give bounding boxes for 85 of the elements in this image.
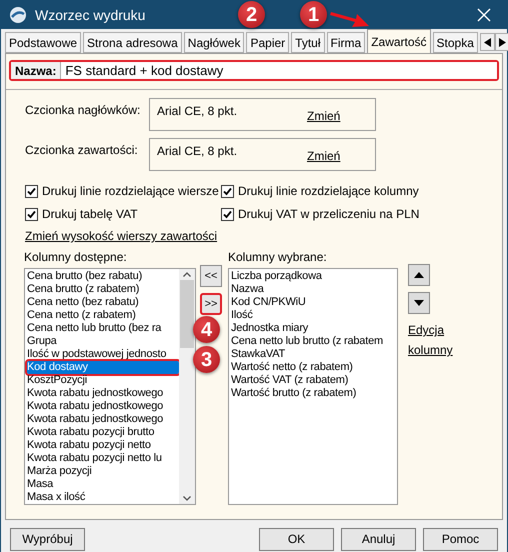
list-item[interactable]: Jednostka miary [231,322,397,335]
list-item[interactable]: Kwota rabatu pozycji netto lu [27,452,179,465]
list-item[interactable]: Masa [27,478,179,491]
window-title: Wzorzec wydruku [35,6,146,25]
dialog-button[interactable]: Pomoc [423,528,498,550]
tab[interactable]: Papier [246,32,290,53]
list-item[interactable]: Wartość VAT (z rabatem) [231,374,397,387]
close-icon[interactable] [477,8,491,22]
checkbox[interactable] [221,184,234,198]
move-button[interactable]: >> [200,293,222,315]
font-value: Arial CE, 8 pkt. [157,103,238,120]
left-triangle-icon [484,38,491,46]
tab[interactable]: Stopka [432,32,478,53]
list-item[interactable]: Cena netto (z rabatem) [27,309,179,322]
list-item[interactable]: Kwota rabatu jednostkowego [27,413,179,426]
font-label: Czcionka zawartości: [25,142,139,159]
font-label: Czcionka nagłówków: [25,102,142,119]
list-item[interactable]: Cena brutto (z rabatem) [27,283,179,296]
down-triangle-icon [414,300,424,306]
name-field[interactable]: Nazwa: FS standard + kod dostawy [9,60,499,81]
scroll-right-button[interactable] [494,33,508,51]
up-triangle-icon [414,272,424,278]
chevron-down-icon[interactable] [183,496,191,501]
list-item[interactable]: Ilość w podstawowej jednosto [27,348,179,361]
list-item[interactable]: Kwota rabatu pozycji netto [27,439,179,452]
tab[interactable]: Zawartość [367,29,431,53]
list-item[interactable]: Grupa [27,335,179,348]
move-down-button[interactable] [408,292,430,314]
option-label: Drukuj linie rozdzielające kolumny [238,183,419,200]
list-item[interactable]: StawkaVAT [231,348,397,361]
dialog-button[interactable]: OK [259,528,334,550]
list-item[interactable]: Cena brutto (bez rabatu) [27,270,179,283]
option-label: Drukuj linie rozdzielające wiersze [42,183,219,200]
tab[interactable]: Tytuł [291,32,325,53]
list-item[interactable]: Cena netto lub brutto (z rabatem [231,335,397,348]
list-item[interactable]: Nazwa [231,283,397,296]
scrollbar-thumb[interactable] [180,280,194,348]
list-item[interactable]: KosztPozycji [27,374,179,387]
tab[interactable]: Nagłówek [184,32,244,53]
dialog-button[interactable]: Wypróbuj [10,528,85,550]
change-font-link[interactable]: Zmień [307,147,340,165]
field-label: Nazwa: [11,62,62,79]
move-up-button[interactable] [408,264,430,286]
step-badge: 2 [238,1,265,28]
app-logo-icon [9,6,27,24]
available-columns-list[interactable] [24,268,196,505]
row-height-link[interactable]: Zmień wysokość wierszy zawartości [25,227,218,245]
list-item[interactable]: Ilość [231,309,397,322]
tab[interactable]: Firma [326,32,366,53]
tab[interactable]: Strona adresowa [83,32,182,53]
chevron-up-icon[interactable] [183,272,191,277]
scroll-left-button[interactable] [480,33,495,51]
list-label: Kolumny dostępne: [24,249,128,266]
dialog-button[interactable]: Anuluj [341,528,416,550]
list-item[interactable]: Kwota rabatu jednostkowego [27,387,179,400]
edit-column-link[interactable]: Edycja kolumny [408,320,458,360]
checkmark-icon [223,186,232,196]
list-item[interactable]: Kwota rabatu jednostkowego [27,400,179,413]
checkbox[interactable] [25,184,38,198]
list-item[interactable]: Marża pozycji [27,465,179,478]
list-item[interactable]: Wartość netto (z rabatem) [231,361,397,374]
list-item[interactable]: Cena netto lub brutto (bez ra [27,322,179,335]
chosen-columns-list[interactable]: Liczba porządkowa Nazwa Kod CN/PKWiU Ilość Jednostka miary Cena netto lub brutto (z rabatem StawkaVAT Wartość netto (z rabatem) Wartość VAT (z rabatem) Wartość brutto (z rabatem) [228,268,398,505]
tab[interactable]: Podstawowe [5,32,82,53]
list-item[interactable]: Masa x ilość [27,491,179,504]
list-item[interactable]: Wartość brutto (z rabatem) [231,387,397,400]
option-label: Drukuj tabelę VAT [42,206,138,223]
right-triangle-icon [498,38,506,46]
list-item[interactable]: Cena netto (bez rabatu) [27,296,179,309]
checkbox[interactable] [25,208,38,220]
checkmark-icon [27,186,36,196]
list-item[interactable]: Kod dostawy [27,361,179,374]
scrollbar[interactable] [179,269,195,504]
list-label: Kolumny wybrane: [228,249,328,266]
checkbox[interactable] [221,208,234,220]
checkmark-icon [27,210,36,218]
font-value: Arial CE, 8 pkt. [157,143,238,160]
list-item[interactable]: Kwota rabatu pozycji brutto [27,426,179,439]
checkmark-icon [223,210,232,218]
move-button[interactable]: << [200,265,222,287]
step-badge: 1 [300,1,327,28]
list-item[interactable]: Kod CN/PKWiU [231,296,397,309]
list-item[interactable]: Liczba porządkowa [231,270,397,283]
option-label: Drukuj VAT w przeliczeniu na PLN [238,206,420,223]
change-font-link[interactable]: Zmień [307,107,340,125]
